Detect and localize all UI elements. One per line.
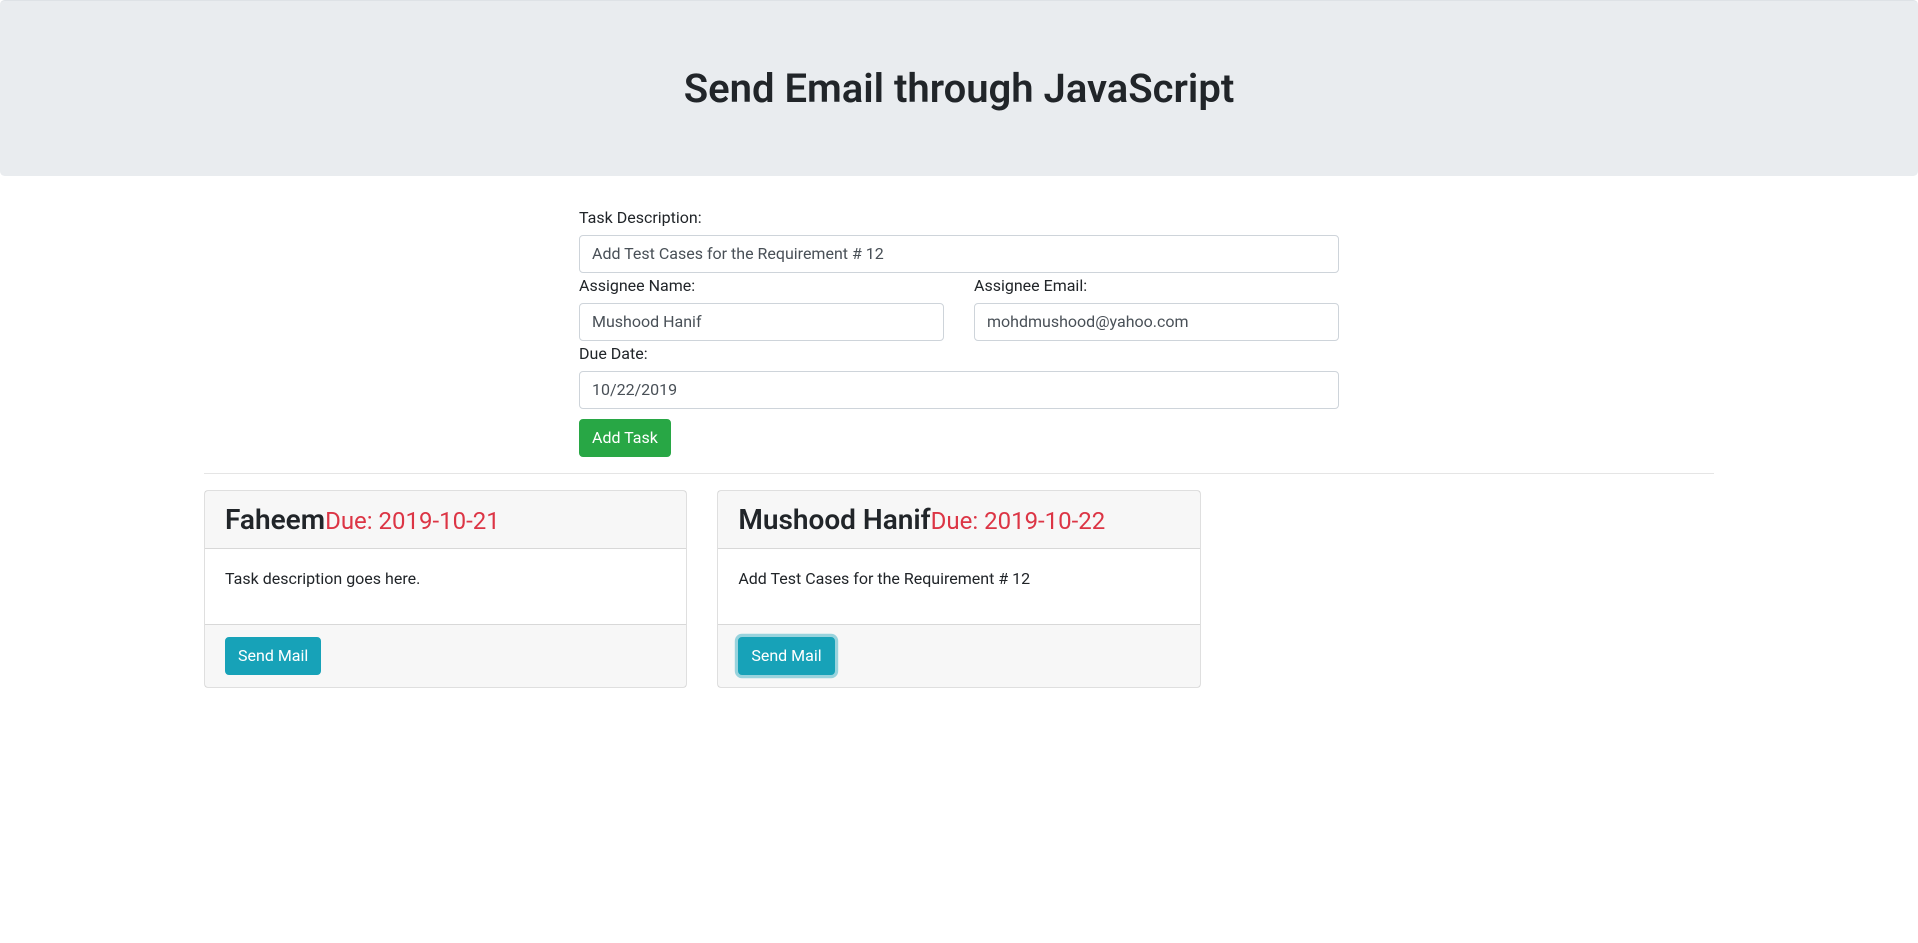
due-date-label: Due Date:	[579, 344, 1339, 363]
task-card-body: Task description goes here.	[205, 549, 686, 624]
assignee-name-label: Assignee Name:	[579, 276, 944, 295]
page-title: Send Email through JavaScript	[32, 65, 1886, 112]
divider	[204, 473, 1714, 474]
task-description-label: Task Description:	[579, 208, 1339, 227]
task-description-input[interactable]	[579, 235, 1339, 273]
send-mail-button[interactable]: Send Mail	[225, 637, 321, 675]
add-task-button[interactable]: Add Task	[579, 419, 671, 457]
task-card-header: Mushood HanifDue: 2019-10-22	[718, 491, 1199, 549]
task-due-date: Due: 2019-10-21	[325, 507, 500, 535]
due-date-input[interactable]	[579, 371, 1339, 409]
task-cards-row: FaheemDue: 2019-10-21 Task description go…	[204, 490, 1714, 688]
task-assignee-name: Mushood Hanif	[738, 503, 930, 536]
task-description-text: Add Test Cases for the Requirement # 12	[738, 569, 1179, 588]
assignee-email-label: Assignee Email:	[974, 276, 1339, 295]
task-form: Task Description: Assignee Name: Assigne…	[579, 208, 1339, 457]
assignee-name-input[interactable]	[579, 303, 944, 341]
assignee-email-input[interactable]	[974, 303, 1339, 341]
task-card-footer: Send Mail	[718, 624, 1199, 687]
task-assignee-name: Faheem	[225, 503, 325, 536]
send-mail-button[interactable]: Send Mail	[738, 637, 834, 675]
jumbotron-header: Send Email through JavaScript	[0, 0, 1918, 176]
task-card-body: Add Test Cases for the Requirement # 12	[718, 549, 1199, 624]
task-card: FaheemDue: 2019-10-21 Task description go…	[204, 490, 687, 688]
task-description-text: Task description goes here.	[225, 569, 666, 588]
task-card-footer: Send Mail	[205, 624, 686, 687]
task-card: Mushood HanifDue: 2019-10-22 Add Test Cas…	[717, 490, 1200, 688]
main-container: Task Description: Assignee Name: Assigne…	[189, 208, 1729, 688]
task-card-header: FaheemDue: 2019-10-21	[205, 491, 686, 549]
task-due-date: Due: 2019-10-22	[931, 507, 1106, 535]
